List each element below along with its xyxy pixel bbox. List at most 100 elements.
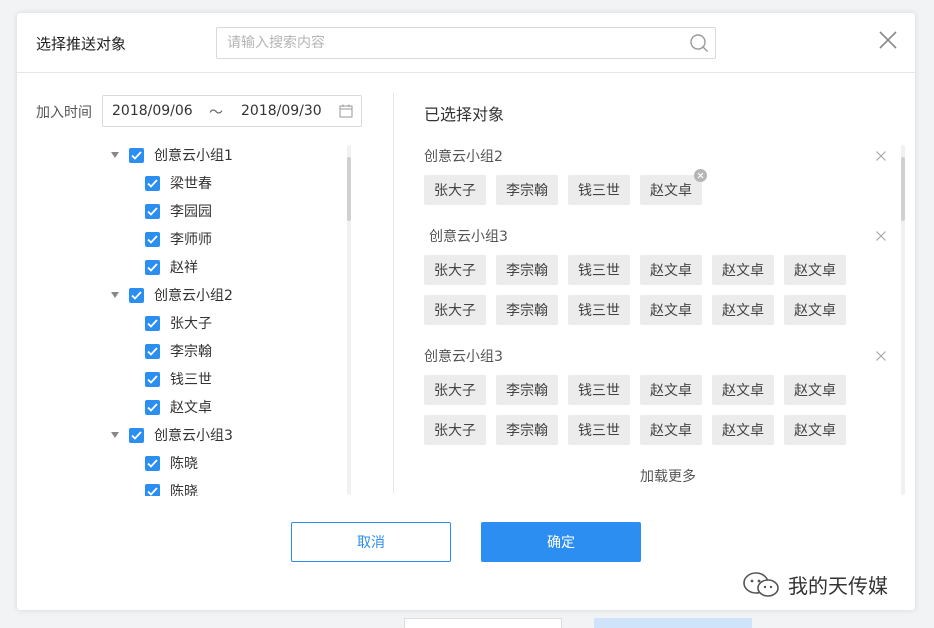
selected-tag[interactable]: 钱三世 <box>568 415 630 445</box>
tag-label: 赵文卓 <box>650 263 692 279</box>
selected-tag[interactable]: 钱三世 <box>568 175 630 205</box>
selected-tag[interactable]: 赵文卓 <box>784 375 846 405</box>
tree-group-row[interactable]: 创意云小组2 <box>111 285 233 305</box>
tree-member-row[interactable]: 赵文卓 <box>145 397 212 417</box>
selected-group-title: 创意云小组3 <box>429 229 508 245</box>
checkbox-checked[interactable] <box>145 175 160 191</box>
selected-tag[interactable]: 李宗翰 <box>496 255 558 285</box>
select-recipients-dialog: 选择推送对象 加入时间 2018/09/06 ～ 2018/09/30 <box>17 13 915 610</box>
tree-group-row[interactable]: 创意云小组1 <box>111 145 233 165</box>
selected-tag[interactable]: 赵文卓 <box>712 295 774 325</box>
cancel-button[interactable]: 取消 <box>291 522 451 562</box>
selected-tag[interactable]: 李宗翰 <box>496 175 558 205</box>
checkbox-checked[interactable] <box>129 427 144 443</box>
selected-tag[interactable]: 钱三世 <box>568 375 630 405</box>
date-end[interactable]: 2018/09/30 <box>241 103 322 119</box>
dialog-title: 选择推送对象 <box>36 35 127 53</box>
calendar-icon[interactable] <box>339 104 353 118</box>
tree-member-row[interactable]: 钱三世 <box>145 369 212 389</box>
selected-tag[interactable]: 张大子 <box>424 255 486 285</box>
search-icon[interactable] <box>689 33 709 53</box>
tree-member-label: 陈晓 <box>170 456 198 472</box>
tree-member-row[interactable]: 张大子 <box>145 313 212 333</box>
tree-member-label: 赵祥 <box>170 260 198 276</box>
tree-member-label: 梁世春 <box>170 176 212 192</box>
load-more-link[interactable]: 加载更多 <box>640 466 696 486</box>
tree-member-row[interactable]: 赵祥 <box>145 257 198 277</box>
checkbox-checked[interactable] <box>145 343 160 359</box>
tree-member-row[interactable]: 陈晓 <box>145 481 198 496</box>
selected-tag[interactable]: 张大子 <box>424 175 486 205</box>
checkbox-checked[interactable] <box>129 287 144 303</box>
background-button-ghost-primary <box>594 618 752 628</box>
date-range-picker[interactable]: 2018/09/06 ～ 2018/09/30 <box>102 95 362 127</box>
selected-tag[interactable]: 赵文卓 <box>640 295 702 325</box>
selected-tag[interactable]: 张大子 <box>424 415 486 445</box>
tag-label: 赵文卓 <box>650 303 692 319</box>
tag-label: 赵文卓 <box>722 423 764 439</box>
selected-tag[interactable]: 李宗翰 <box>496 295 558 325</box>
tag-label: 李宗翰 <box>506 303 548 319</box>
tree-member-row[interactable]: 李宗翰 <box>145 341 212 361</box>
confirm-button[interactable]: 确定 <box>481 522 641 562</box>
tag-label: 赵文卓 <box>794 303 836 319</box>
selected-tag[interactable]: 赵文卓 <box>784 255 846 285</box>
tree-member-label: 赵文卓 <box>170 400 212 416</box>
selected-tag[interactable]: 赵文卓 <box>640 415 702 445</box>
search-input[interactable] <box>227 28 667 58</box>
selected-tag[interactable]: 赵文卓 <box>640 255 702 285</box>
selected-group-title: 创意云小组3 <box>424 349 503 365</box>
selected-tag[interactable]: 李宗翰 <box>496 375 558 405</box>
close-icon[interactable] <box>877 29 899 51</box>
tag-label: 钱三世 <box>578 263 620 279</box>
selected-tag[interactable]: 钱三世 <box>568 295 630 325</box>
watermark-text: 我的天传媒 <box>788 574 888 598</box>
checkbox-checked[interactable] <box>145 483 160 496</box>
checkbox-checked[interactable] <box>145 231 160 247</box>
checkbox-checked[interactable] <box>145 455 160 471</box>
caret-down-icon[interactable] <box>111 152 119 158</box>
selected-tag[interactable]: 赵文卓 <box>784 415 846 445</box>
selected-tag[interactable]: 赵文卓 <box>640 375 702 405</box>
selected-tag[interactable]: 李宗翰 <box>496 415 558 445</box>
tree-member-row[interactable]: 陈晓 <box>145 453 198 473</box>
tag-label: 李宗翰 <box>506 263 548 279</box>
checkbox-checked[interactable] <box>145 203 160 219</box>
caret-down-icon[interactable] <box>111 292 119 298</box>
checkbox-checked[interactable] <box>145 259 160 275</box>
tag-label: 赵文卓 <box>794 383 836 399</box>
selected-tag[interactable]: 张大子 <box>424 295 486 325</box>
remove-tag-icon[interactable] <box>694 169 707 182</box>
search-box[interactable] <box>216 27 716 59</box>
selected-tag[interactable]: 张大子 <box>424 375 486 405</box>
remove-group-icon[interactable] <box>876 231 886 241</box>
checkbox-checked[interactable] <box>145 371 160 387</box>
tree-member-row[interactable]: 李园园 <box>145 201 212 221</box>
checkbox-checked[interactable] <box>145 315 160 331</box>
tag-label: 钱三世 <box>578 383 620 399</box>
caret-down-icon[interactable] <box>111 432 119 438</box>
selected-scrollbar-thumb[interactable] <box>901 157 905 221</box>
tree-member-label: 李宗翰 <box>170 344 212 360</box>
checkbox-checked[interactable] <box>129 147 144 163</box>
selected-tag[interactable]: 赵文卓 <box>712 415 774 445</box>
tree-member-row[interactable]: 李师师 <box>145 229 212 249</box>
remove-group-icon[interactable] <box>876 351 886 361</box>
selected-tag[interactable]: 赵文卓 <box>712 375 774 405</box>
date-start[interactable]: 2018/09/06 <box>112 103 193 119</box>
selected-tag[interactable]: 赵文卓 <box>784 295 846 325</box>
tag-label: 张大子 <box>434 383 476 399</box>
selected-title: 已选择对象 <box>424 105 505 124</box>
tree-group-row[interactable]: 创意云小组3 <box>111 425 233 445</box>
tag-label: 张大子 <box>434 303 476 319</box>
remove-group-icon[interactable] <box>876 151 886 161</box>
selected-tag[interactable]: 赵文卓 <box>712 255 774 285</box>
tree-scrollbar-thumb[interactable] <box>347 157 351 221</box>
selected-tag[interactable]: 赵文卓 <box>640 169 707 205</box>
tree-member-row[interactable]: 梁世春 <box>145 173 212 193</box>
tag-label: 赵文卓 <box>794 263 836 279</box>
tag-label: 钱三世 <box>578 303 620 319</box>
checkbox-checked[interactable] <box>145 399 160 415</box>
tree-group-label: 创意云小组1 <box>154 148 233 164</box>
selected-tag[interactable]: 钱三世 <box>568 255 630 285</box>
